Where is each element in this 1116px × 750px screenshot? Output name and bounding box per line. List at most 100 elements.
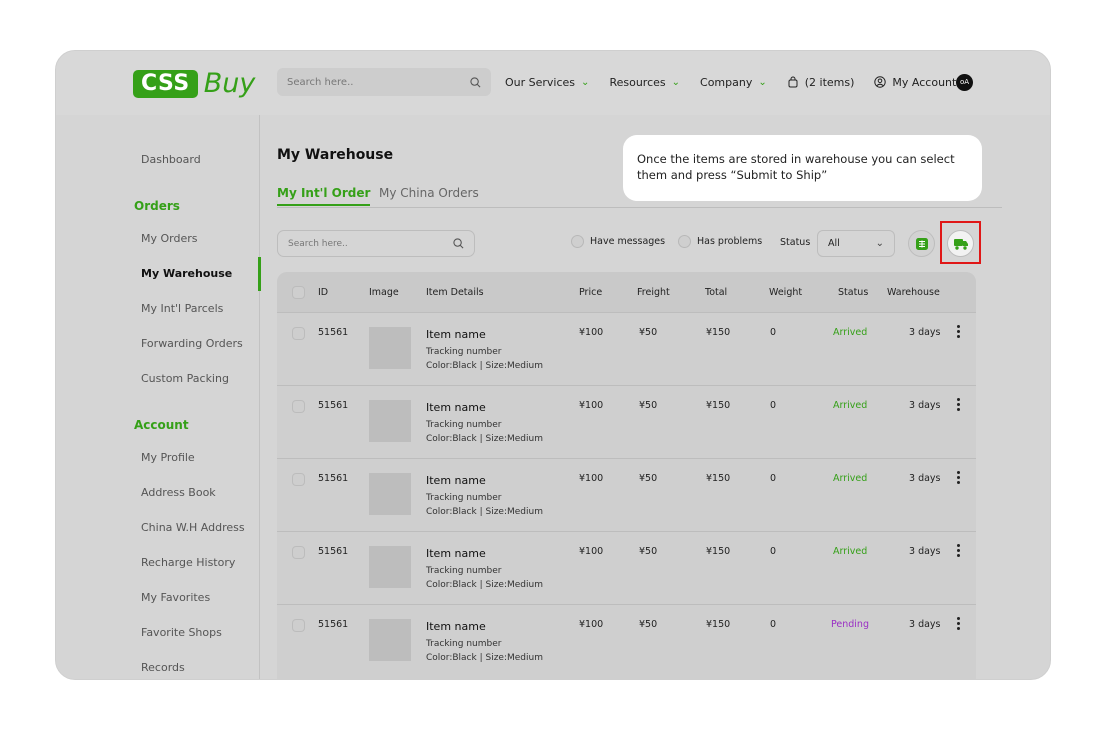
warehouse-search-input[interactable]: Search here.. [277, 230, 475, 257]
has-problems-checkbox[interactable] [678, 235, 691, 248]
avatar[interactable]: oA [956, 74, 973, 91]
nav-company[interactable]: Company ⌄ [700, 76, 767, 89]
search-icon[interactable] [453, 238, 464, 249]
sidebar-item-address-book[interactable]: Address Book [141, 486, 216, 499]
top-navbar: CSS Buy Search here.. Our Services ⌄ Res… [56, 51, 1050, 115]
row-weight: 0 [770, 546, 777, 557]
warehouse-search-placeholder: Search here.. [288, 238, 348, 249]
warehouse-table: ID Image Item Details Price Freight Tota… [277, 272, 976, 679]
filter-have-messages[interactable]: Have messages [571, 235, 665, 248]
item-tracking: Tracking number [426, 347, 502, 357]
row-warehouse: 3 days [909, 546, 941, 557]
cart-icon [788, 76, 798, 88]
col-id: ID [318, 287, 329, 298]
item-tracking: Tracking number [426, 420, 502, 430]
col-item-details: Item Details [426, 287, 484, 298]
chevron-down-icon: ⌄ [875, 238, 884, 249]
tab-intl-order[interactable]: My Int'l Order [277, 186, 371, 206]
row-freight: ¥50 [639, 400, 658, 411]
sidebar-item-intl-parcels[interactable]: My Int'l Parcels [141, 302, 223, 315]
col-status: Status [838, 287, 869, 298]
sidebar-item-my-warehouse[interactable]: My Warehouse [141, 267, 232, 280]
logo[interactable]: CSS Buy [133, 68, 255, 99]
row-id: 51561 [318, 327, 349, 338]
user-icon [874, 76, 887, 88]
select-all-checkbox[interactable] [292, 286, 305, 299]
page-title: My Warehouse [277, 147, 394, 163]
row-total: ¥150 [706, 400, 731, 411]
item-name: Item name [426, 401, 486, 414]
row-checkbox[interactable] [292, 619, 305, 632]
status-select[interactable]: All ⌄ [817, 230, 895, 257]
sidebar-item-china-address[interactable]: China W.H Address [141, 521, 245, 534]
table-row[interactable]: 51561 Item name Tracking number Color:Bl… [277, 458, 976, 531]
nav-resources[interactable]: Resources ⌄ [609, 76, 680, 89]
row-checkbox[interactable] [292, 327, 305, 340]
nav-cart[interactable]: (2 items) [787, 75, 855, 89]
item-attributes: Color:Black | Size:Medium [426, 653, 543, 663]
has-problems-label: Has problems [697, 236, 763, 247]
kebab-icon[interactable] [957, 398, 961, 413]
row-warehouse: 3 days [909, 327, 941, 338]
table-row[interactable]: 51561 Item name Tracking number Color:Bl… [277, 531, 976, 604]
sidebar-item-records[interactable]: Records [141, 661, 185, 674]
row-checkbox[interactable] [292, 400, 305, 413]
nav-our-services[interactable]: Our Services ⌄ [505, 76, 589, 89]
table-header: ID Image Item Details Price Freight Tota… [277, 272, 976, 312]
sidebar-section-orders: Orders [134, 199, 180, 213]
nav-cart-label: (2 items) [804, 75, 855, 89]
item-tracking: Tracking number [426, 639, 502, 649]
sidebar-item-my-favorites[interactable]: My Favorites [141, 591, 210, 604]
table-row[interactable]: 51561 Item name Tracking number Color:Bl… [277, 604, 976, 677]
row-total: ¥150 [706, 473, 731, 484]
kebab-icon[interactable] [957, 617, 961, 632]
row-price: ¥100 [579, 327, 604, 338]
sidebar-item-my-profile[interactable]: My Profile [141, 451, 195, 464]
header-search-input[interactable]: Search here.. [277, 68, 491, 96]
table-row[interactable]: 51561 Item name Tracking number Color:Bl… [277, 385, 976, 458]
kebab-icon[interactable] [957, 471, 961, 486]
item-name: Item name [426, 474, 486, 487]
row-checkbox[interactable] [292, 546, 305, 559]
sidebar-item-forwarding-orders[interactable]: Forwarding Orders [141, 337, 243, 350]
row-id: 51561 [318, 546, 349, 557]
sidebar-item-favorite-shops[interactable]: Favorite Shops [141, 626, 222, 639]
table-row[interactable]: 51561 Item name Tracking number Color:Bl… [277, 312, 976, 385]
kebab-icon[interactable] [957, 325, 961, 340]
row-id: 51561 [318, 400, 349, 411]
col-freight: Freight [637, 287, 670, 298]
sidebar-item-custom-packing[interactable]: Custom Packing [141, 372, 229, 385]
app-window: CSS Buy Search here.. Our Services ⌄ Res… [55, 50, 1051, 680]
chevron-down-icon: ⌄ [671, 76, 681, 88]
item-name: Item name [426, 547, 486, 560]
export-excel-button[interactable] [908, 230, 935, 257]
row-freight: ¥50 [639, 546, 658, 557]
tab-china-orders[interactable]: My China Orders [379, 186, 479, 200]
row-checkbox[interactable] [292, 473, 305, 486]
item-tracking: Tracking number [426, 566, 502, 576]
item-thumbnail [369, 473, 411, 515]
item-thumbnail [369, 400, 411, 442]
row-weight: 0 [770, 327, 777, 338]
item-attributes: Color:Black | Size:Medium [426, 361, 543, 371]
nav-my-account[interactable]: My Account [874, 76, 956, 89]
row-freight: ¥50 [639, 327, 658, 338]
sidebar-section-account: Account [134, 418, 189, 432]
sidebar-active-indicator [258, 257, 261, 291]
row-freight: ¥50 [639, 473, 658, 484]
kebab-icon[interactable] [957, 544, 961, 559]
item-thumbnail [369, 546, 411, 588]
excel-icon [915, 237, 928, 250]
sidebar-item-dashboard[interactable]: Dashboard [141, 153, 201, 166]
filter-has-problems[interactable]: Has problems [678, 235, 762, 248]
have-messages-checkbox[interactable] [571, 235, 584, 248]
onboarding-tooltip: Once the items are stored in warehouse y… [623, 135, 982, 201]
sidebar-item-recharge-history[interactable]: Recharge History [141, 556, 235, 569]
search-icon[interactable] [470, 76, 481, 88]
chevron-down-icon: ⌄ [581, 76, 590, 88]
row-price: ¥100 [579, 619, 604, 630]
row-id: 51561 [318, 473, 349, 484]
sidebar-item-my-orders[interactable]: My Orders [141, 232, 198, 245]
row-weight: 0 [770, 400, 777, 411]
row-warehouse: 3 days [909, 619, 941, 630]
